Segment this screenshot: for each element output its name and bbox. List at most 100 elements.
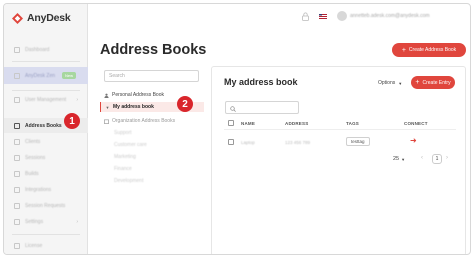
brand-name: AnyDesk <box>27 12 71 24</box>
sidebar-item-label: Integrations <box>25 187 52 193</box>
entry-name[interactable]: Laptop <box>241 140 255 145</box>
row-checkbox[interactable] <box>228 139 234 145</box>
caret-down-icon: ▼ <box>401 156 406 162</box>
create-address-book-label: Create Address Book <box>408 47 457 53</box>
sessions-icon <box>14 155 20 161</box>
previous-page-icon[interactable]: ‹ <box>421 155 423 161</box>
step-marker-2: 2 <box>177 96 193 112</box>
user-icon <box>104 93 109 98</box>
plus-icon: + <box>415 79 420 86</box>
organization-icon <box>104 119 109 124</box>
sidebar-item-label: User Management <box>25 97 67 103</box>
anydesk-logo-icon <box>12 12 23 24</box>
sidebar-item-integrations[interactable]: Integrations <box>4 184 88 196</box>
tree-item-label: Support <box>114 130 132 136</box>
sidebar-item-anydesk-zen[interactable]: AnyDesk Zen New <box>4 67 88 84</box>
address-book-tree: Search Personal Address Book ▼ My addres… <box>100 66 206 254</box>
tag-chip[interactable]: testtag <box>346 137 370 146</box>
session-requests-icon <box>14 203 20 209</box>
select-all-checkbox[interactable] <box>228 120 234 126</box>
sidebar-item-label: Address Books <box>25 122 62 129</box>
users-icon <box>14 97 20 103</box>
zen-icon <box>14 72 20 79</box>
sidebar: AnyDesk Dashboard AnyDesk Zen New User M… <box>4 4 88 254</box>
caret-down-icon: ▼ <box>398 80 403 86</box>
search-placeholder: Search <box>109 73 125 79</box>
current-page-button[interactable]: 1 <box>432 154 442 164</box>
caret-down-icon: ▼ <box>105 104 110 110</box>
sidebar-item-label: Settings <box>25 219 44 225</box>
app-window: AnyDesk Dashboard AnyDesk Zen New User M… <box>3 3 471 255</box>
create-address-book-button[interactable]: + Create Address Book <box>392 43 466 57</box>
integrations-icon <box>14 187 20 193</box>
tree-item-label: Customer care <box>114 142 147 148</box>
connect-arrow-icon[interactable]: ➜ <box>410 137 417 145</box>
anydesk-logo[interactable]: AnyDesk <box>12 12 71 24</box>
sidebar-item-clients[interactable]: Clients <box>4 136 88 148</box>
divider <box>12 234 80 235</box>
tree-item-label: Marketing <box>114 154 136 160</box>
gear-icon <box>14 219 20 225</box>
column-header-tags[interactable]: TAGS <box>346 121 359 126</box>
lock-icon[interactable] <box>302 12 309 21</box>
sidebar-item-sessions[interactable]: Sessions <box>4 152 88 164</box>
chevron-right-icon: › <box>76 97 78 103</box>
sidebar-item-label: Session Requests <box>25 203 66 209</box>
address-book-content: My address book Options ▼ + Create Entry… <box>211 66 466 254</box>
tree-item-org-child[interactable]: Support <box>100 128 204 138</box>
entry-search-input[interactable] <box>225 101 299 114</box>
tree-item-organization[interactable]: Organization Address Books <box>100 116 204 126</box>
plus-icon: + <box>401 46 406 54</box>
sidebar-item-session-requests[interactable]: Session Requests <box>4 200 88 212</box>
address-book-icon <box>14 122 20 129</box>
tree-search-input[interactable]: Search <box>104 70 199 82</box>
us-flag-icon[interactable] <box>319 13 327 19</box>
tree-item-label: Finance <box>114 166 132 172</box>
column-header-connect[interactable]: CONNECT <box>404 121 428 126</box>
clients-icon <box>14 139 20 145</box>
sidebar-item-settings[interactable]: Settings › <box>4 216 88 228</box>
tree-item-label: My address book <box>113 104 154 110</box>
address-book-title: My address book <box>224 77 298 87</box>
user-email: annetteb.adesk.com@anydesk.com <box>350 13 430 19</box>
sidebar-item-user-management[interactable]: User Management › <box>4 94 88 106</box>
entry-address: 123 456 789 <box>285 140 311 145</box>
sidebar-item-label: Clients <box>25 139 41 145</box>
sidebar-item-label: Sessions <box>25 155 46 161</box>
create-entry-label: Create Entry <box>422 79 451 86</box>
tree-item-label: Organization Address Books <box>112 118 176 124</box>
per-page-value: 25 <box>393 156 400 162</box>
page-title: Address Books <box>100 42 207 58</box>
sidebar-item-dashboard[interactable]: Dashboard <box>4 44 88 56</box>
sidebar-item-license[interactable]: License <box>4 240 88 252</box>
user-menu[interactable]: annetteb.adesk.com@anydesk.com <box>337 11 430 21</box>
sidebar-item-builds[interactable]: Builds <box>4 168 88 180</box>
next-page-icon[interactable]: › <box>446 155 448 161</box>
dashboard-icon <box>14 47 20 53</box>
tree-item-org-child[interactable]: Marketing <box>100 152 204 162</box>
create-entry-button[interactable]: + Create Entry <box>411 76 455 89</box>
sidebar-item-label: License <box>25 243 43 249</box>
tree-item-org-child[interactable]: Finance <box>100 164 204 174</box>
divider <box>12 90 80 91</box>
header-divider <box>224 129 456 130</box>
column-header-name[interactable]: NAME <box>241 121 255 126</box>
sidebar-item-label: Dashboard <box>25 47 50 53</box>
topbar: annetteb.adesk.com@anydesk.com <box>302 11 430 21</box>
builds-icon <box>14 171 20 177</box>
step-marker-1: 1 <box>64 113 80 129</box>
sidebar-item-label: AnyDesk Zen <box>25 72 56 79</box>
search-icon <box>230 99 236 117</box>
new-badge: New <box>62 72 77 79</box>
tree-item-org-child[interactable]: Customer care <box>100 140 204 150</box>
per-page-select[interactable]: 25 ▼ <box>393 156 405 162</box>
avatar <box>337 11 347 21</box>
column-header-address[interactable]: ADDRESS <box>285 121 308 126</box>
divider <box>12 61 80 62</box>
options-dropdown[interactable]: Options ▼ <box>378 80 402 86</box>
tree-item-label: Personal Address Book <box>112 92 164 98</box>
chevron-right-icon: › <box>76 219 78 225</box>
tree-item-label: Development <box>114 178 144 184</box>
tree-item-org-child[interactable]: Development <box>100 176 204 186</box>
license-icon <box>14 243 20 249</box>
